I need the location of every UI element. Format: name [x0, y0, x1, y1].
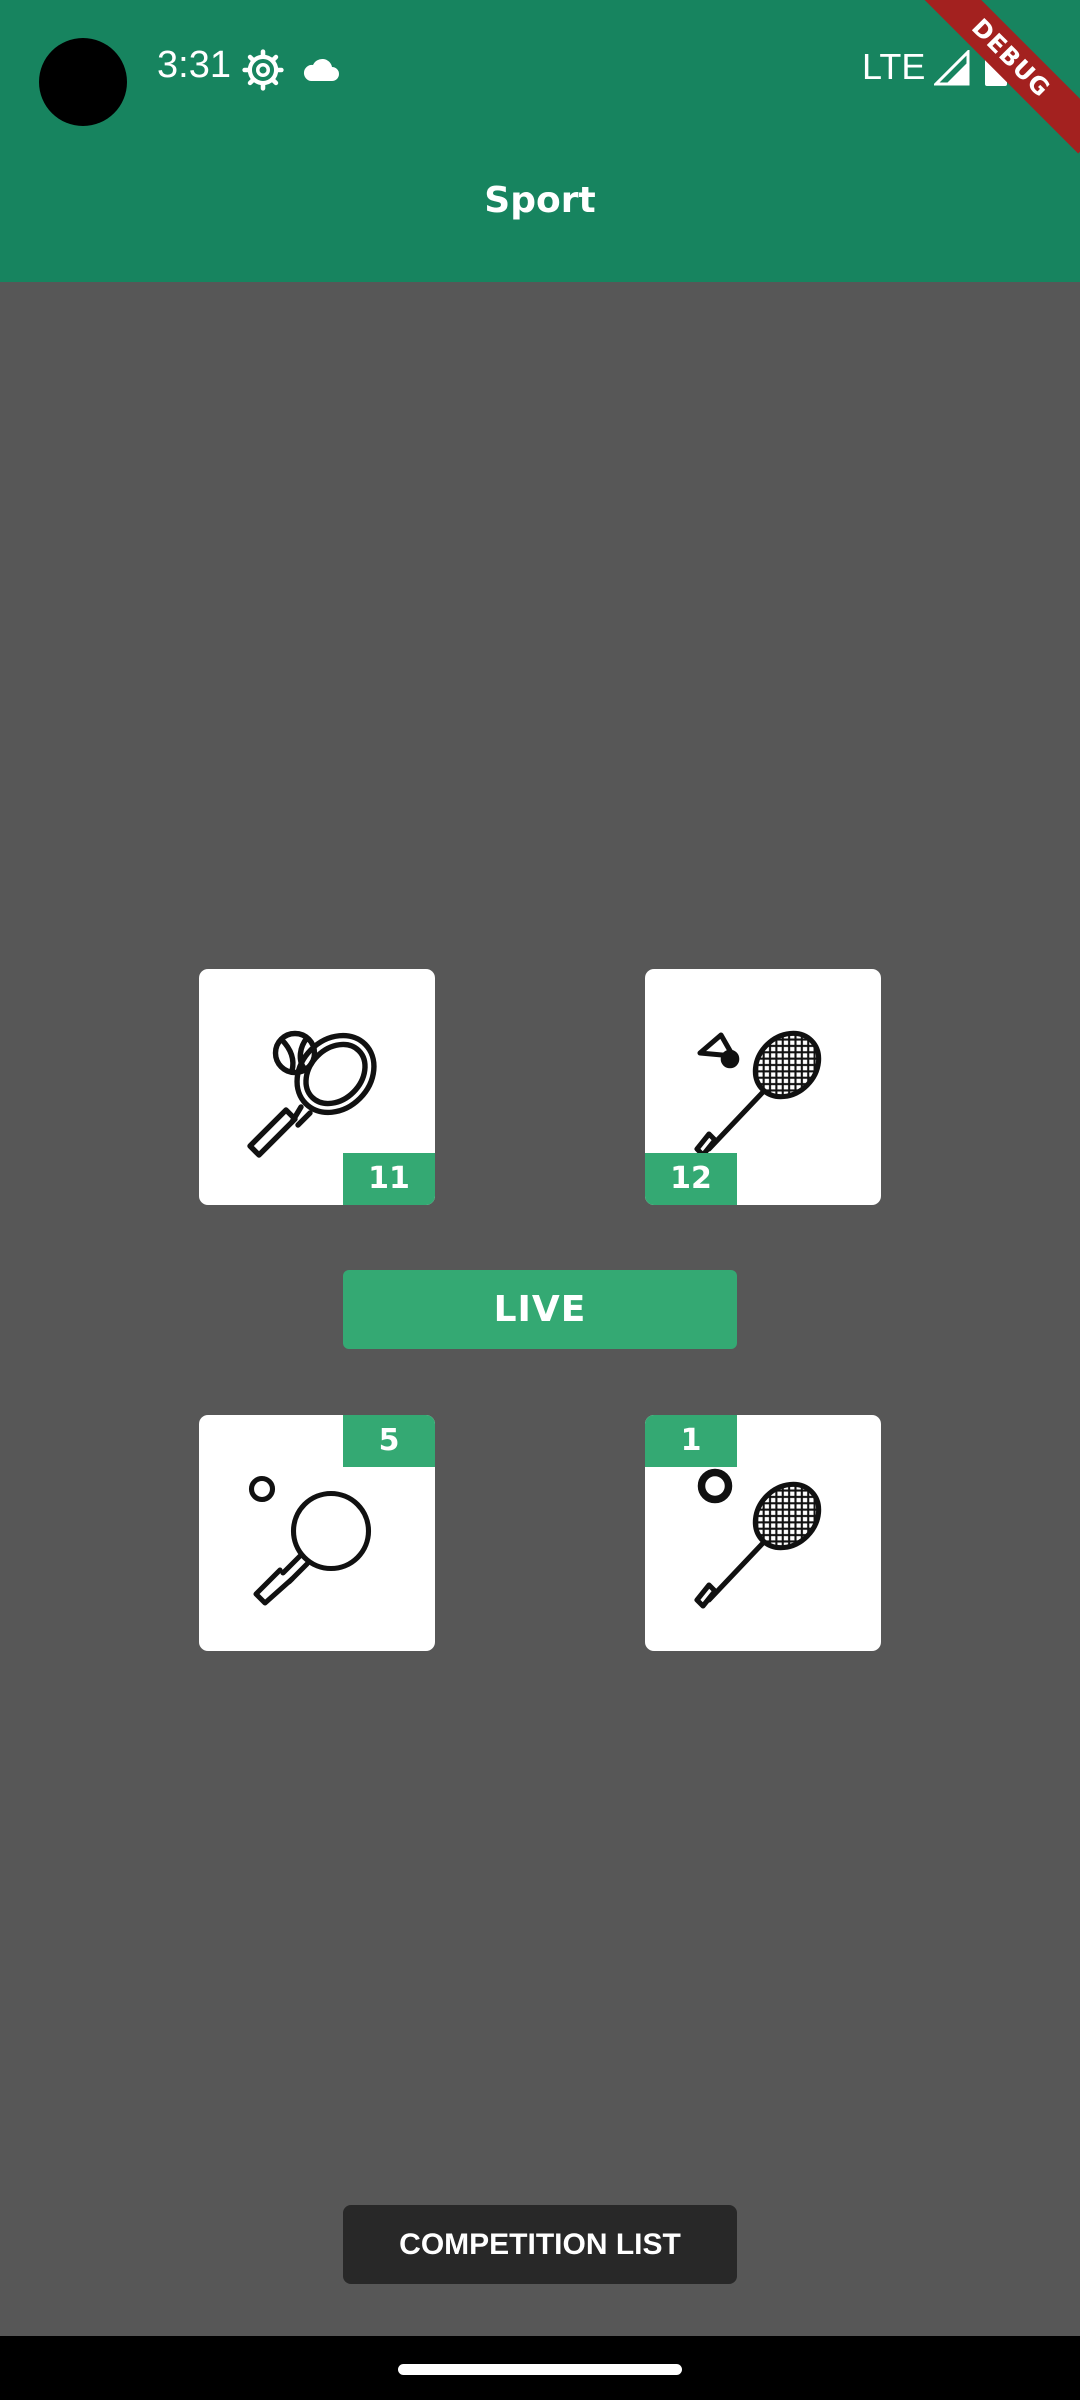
- tennis-racket-ball-icon: [247, 1030, 377, 1158]
- camera-cutout: [39, 38, 127, 126]
- home-indicator[interactable]: [398, 2364, 682, 2375]
- event-count-badge: 5: [343, 1415, 435, 1467]
- page-title: Sport: [484, 180, 596, 221]
- status-bar: 3:31 LTE: [0, 0, 1080, 140]
- network-type: LTE: [862, 46, 926, 87]
- table-tennis-paddle-icon: [248, 1475, 372, 1606]
- sport-tile-badminton[interactable]: 12: [645, 969, 881, 1205]
- badminton-racket-shuttlecock-icon: [694, 1030, 822, 1158]
- event-count-badge: 12: [645, 1153, 737, 1205]
- event-count-badge: 1: [645, 1415, 737, 1467]
- cloud-icon: [303, 58, 339, 81]
- gear-icon: [242, 49, 284, 91]
- sport-tile-squash[interactable]: 1: [645, 1415, 881, 1651]
- status-time: 3:31: [157, 44, 231, 86]
- app-header: 3:31 LTE Sport: [0, 0, 1080, 282]
- live-button[interactable]: LIVE: [343, 1270, 737, 1349]
- event-count-badge: 11: [343, 1153, 435, 1205]
- sport-tile-tennis[interactable]: 11: [199, 969, 435, 1205]
- debug-label: DEBUG: [920, 0, 1080, 154]
- competition-list-button[interactable]: COMPETITION LIST: [343, 2205, 737, 2284]
- sport-tile-table-tennis[interactable]: 5: [199, 1415, 435, 1651]
- squash-racket-ball-icon: [694, 1468, 822, 1609]
- debug-banner: DEBUG: [920, 0, 1080, 160]
